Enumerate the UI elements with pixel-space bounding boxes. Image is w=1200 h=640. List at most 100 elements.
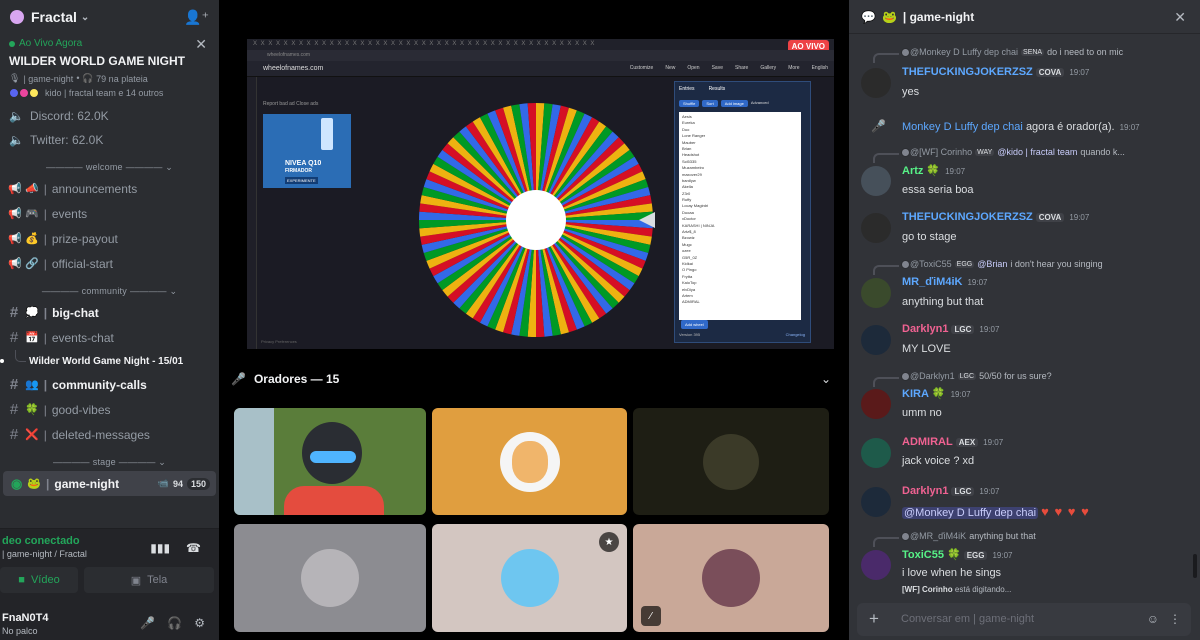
author-name[interactable]: Darklyn1 <box>902 485 948 497</box>
message-header: ToxiC55 🍀 EGG 19:07 <box>902 548 1013 561</box>
browser-sidebar <box>247 77 257 349</box>
stage-channel-game-night[interactable]: ◉ 🐸 | game-night 📹 94 150 <box>3 471 216 496</box>
system-text: agora é orador(a). <box>1025 121 1115 133</box>
screen-share-stream[interactable]: X X X X X X X X X X X X X X X X X X X X … <box>247 39 834 349</box>
headphones-icon[interactable]: 🎧 <box>167 616 182 630</box>
user-mention[interactable]: @Monkey D Luffy dep chai <box>902 507 1039 519</box>
ad-report-text: Report bad ad Close ads <box>263 101 319 107</box>
screen-share-button[interactable]: ▣ Tela <box>84 567 214 593</box>
tab-strip-text: X X X X X X X X X X X X X X X X X X X X … <box>253 41 596 47</box>
invite-people-icon[interactable]: 👤⁺ <box>184 9 209 26</box>
message-input[interactable]: + Conversar em | game-night ☺ ⋮ <box>857 603 1191 636</box>
video-button[interactable]: ■ Vídeo <box>0 567 78 593</box>
site-menu-item: Gallery <box>760 65 777 71</box>
author-name[interactable]: MR_ďiM4iK <box>902 276 962 288</box>
speakers-header[interactable]: 🎤 Oradores — 15 <box>231 372 339 386</box>
channel-item-big-chat[interactable]: # 💭 | big-chat <box>0 300 219 325</box>
category-stage[interactable]: ———— stage ———— ⌄ <box>0 453 219 471</box>
emoji-icon[interactable]: ☺ <box>1147 612 1159 626</box>
live-badge: AO VIVO <box>787 40 829 50</box>
author-name[interactable]: Darklyn1 <box>902 323 948 335</box>
speaker-tile[interactable] <box>432 408 627 515</box>
message-header: THEFUCKINGJOKERZSZ COVA 19:07 <box>902 211 1089 223</box>
avatar[interactable] <box>861 68 891 98</box>
speaker-tile[interactable] <box>633 408 829 515</box>
category-label: stage <box>92 457 116 467</box>
channel-name: prize-payout <box>51 231 118 246</box>
category-welcome[interactable]: ———— welcome ———— ⌄ <box>0 158 219 176</box>
gear-icon[interactable]: ⚙ <box>194 616 205 630</box>
video-count: 94 <box>172 478 183 489</box>
community-channels-2: # 👥 | community-calls # 🍀 | good-vibes # ❌ | delete… <box>0 372 219 447</box>
channel-emoji: 💭 <box>25 307 39 319</box>
speaker-tile-video[interactable] <box>234 408 426 515</box>
channel-item-announcements[interactable]: 📢 📣 | announcements <box>0 176 219 201</box>
channel-pipe: | <box>43 402 47 417</box>
message-content: umm no <box>902 407 942 419</box>
author-name[interactable]: ToxiC55 <box>902 549 944 561</box>
channel-emoji: 🍀 <box>25 404 39 416</box>
microphone-icon[interactable]: 🎤 <box>140 616 155 630</box>
event-title: WILDER WORLD GAME NIGHT <box>9 54 185 68</box>
speaker-tile[interactable]: ★ <box>432 524 627 632</box>
guild-tag: COVA <box>1035 212 1065 222</box>
reply-preview[interactable]: @ToxiC55 EGG @Brian i don't hear you singin… <box>873 259 1103 275</box>
channel-item-deleted-messages[interactable]: # ❌ | deleted-messages <box>0 422 219 447</box>
avatar[interactable] <box>861 389 891 419</box>
author-name[interactable]: THEFUCKINGJOKERZSZ <box>902 211 1033 223</box>
thread-item[interactable]: Wilder World Game Night - 15/01 <box>0 350 219 372</box>
speaker-tile[interactable] <box>234 524 426 632</box>
avatar[interactable] <box>861 487 891 517</box>
author-name[interactable]: Artz <box>902 165 923 177</box>
chat-header: 💬 🐸 | game-night <box>849 0 1200 34</box>
stat-twitter[interactable]: 🔈 Twitter: 62.0K <box>0 128 219 152</box>
close-icon[interactable]: ✕ <box>195 36 207 53</box>
category-community[interactable]: ———— community ———— ⌄ <box>0 282 219 300</box>
channel-item-community-calls[interactable]: # 👥 | community-calls <box>0 372 219 397</box>
guild-tag: LGC <box>951 324 975 334</box>
site-menu-item: Share <box>735 65 749 71</box>
chevron-down-icon[interactable]: ⌄ <box>821 372 831 386</box>
stat-discord[interactable]: 🔈 Discord: 62.0K <box>0 104 219 128</box>
user-status: No palco <box>2 626 38 636</box>
voice-location[interactable]: | game-night / Fractal <box>2 549 87 559</box>
message-header: ADMIRAL AEX 19:07 <box>902 436 1003 448</box>
channel-item-good-vibes[interactable]: # 🍀 | good-vibes <box>0 397 219 422</box>
scrollbar[interactable] <box>1193 554 1197 578</box>
author-name[interactable]: THEFUCKINGJOKERZSZ <box>902 66 1033 78</box>
avatar[interactable] <box>861 166 891 196</box>
speaker-tile[interactable]: ⁄ <box>633 524 829 632</box>
avatar[interactable] <box>861 213 891 243</box>
channel-item-prize-payout[interactable]: 📢 💰 | prize-payout <box>0 226 219 251</box>
ad-banner: NIVEA Q10 FIRMADOR EXPERIMENTE <box>263 114 351 188</box>
channel-item-official-start[interactable]: 📢 🔗 | official-start <box>0 251 219 276</box>
apps-icon[interactable]: ⋮ <box>1169 612 1181 626</box>
avatar[interactable] <box>861 278 891 308</box>
system-user-name[interactable]: Monkey D Luffy dep chai <box>902 121 1023 133</box>
channel-item-events-chat[interactable]: # 📅 | events-chat <box>0 325 219 350</box>
avatar[interactable] <box>861 438 891 468</box>
avatar[interactable] <box>861 550 891 580</box>
live-event-card[interactable]: Ao Vivo Agora ✕ WILDER WORLD GAME NIGHT … <box>0 34 219 98</box>
reply-preview[interactable]: @Monkey D Luffy dep chai SENA do i need to… <box>872 47 1123 63</box>
soundboard-icon[interactable]: ▮▮▮ <box>150 541 170 555</box>
author-name[interactable]: KIRA <box>902 388 929 400</box>
channel-name: announcements <box>51 181 138 196</box>
author-badge: 🍀 <box>926 165 941 177</box>
stage-moderator-icon: ★ <box>599 532 619 552</box>
reply-preview[interactable]: @Darklyn1 LGC 50/50 for us sure? <box>873 371 1052 387</box>
event-channel: | game-night <box>23 73 74 84</box>
announcement-icon: 📢 <box>8 208 22 220</box>
channel-item-events[interactable]: 📢 🎮 | events <box>0 201 219 226</box>
disconnect-icon[interactable]: ☎ <box>186 541 201 555</box>
reply-author: @Monkey D Luffy dep chai <box>910 47 1019 57</box>
screen-share-icon: ▣ <box>130 574 142 587</box>
close-icon[interactable]: ✕ <box>1174 9 1186 26</box>
reply-preview[interactable]: @[WF] Corinho WAY @kido | fractal team quan… <box>873 147 1125 163</box>
plus-icon[interactable]: + <box>869 609 879 629</box>
username[interactable]: FnaN0T4 <box>2 612 48 624</box>
avatar[interactable] <box>861 325 891 355</box>
video-icon: 📹 <box>157 478 169 488</box>
author-name[interactable]: ADMIRAL <box>902 436 953 448</box>
reply-preview[interactable]: @MR_ďiM4iK anything but that <box>873 531 1036 547</box>
